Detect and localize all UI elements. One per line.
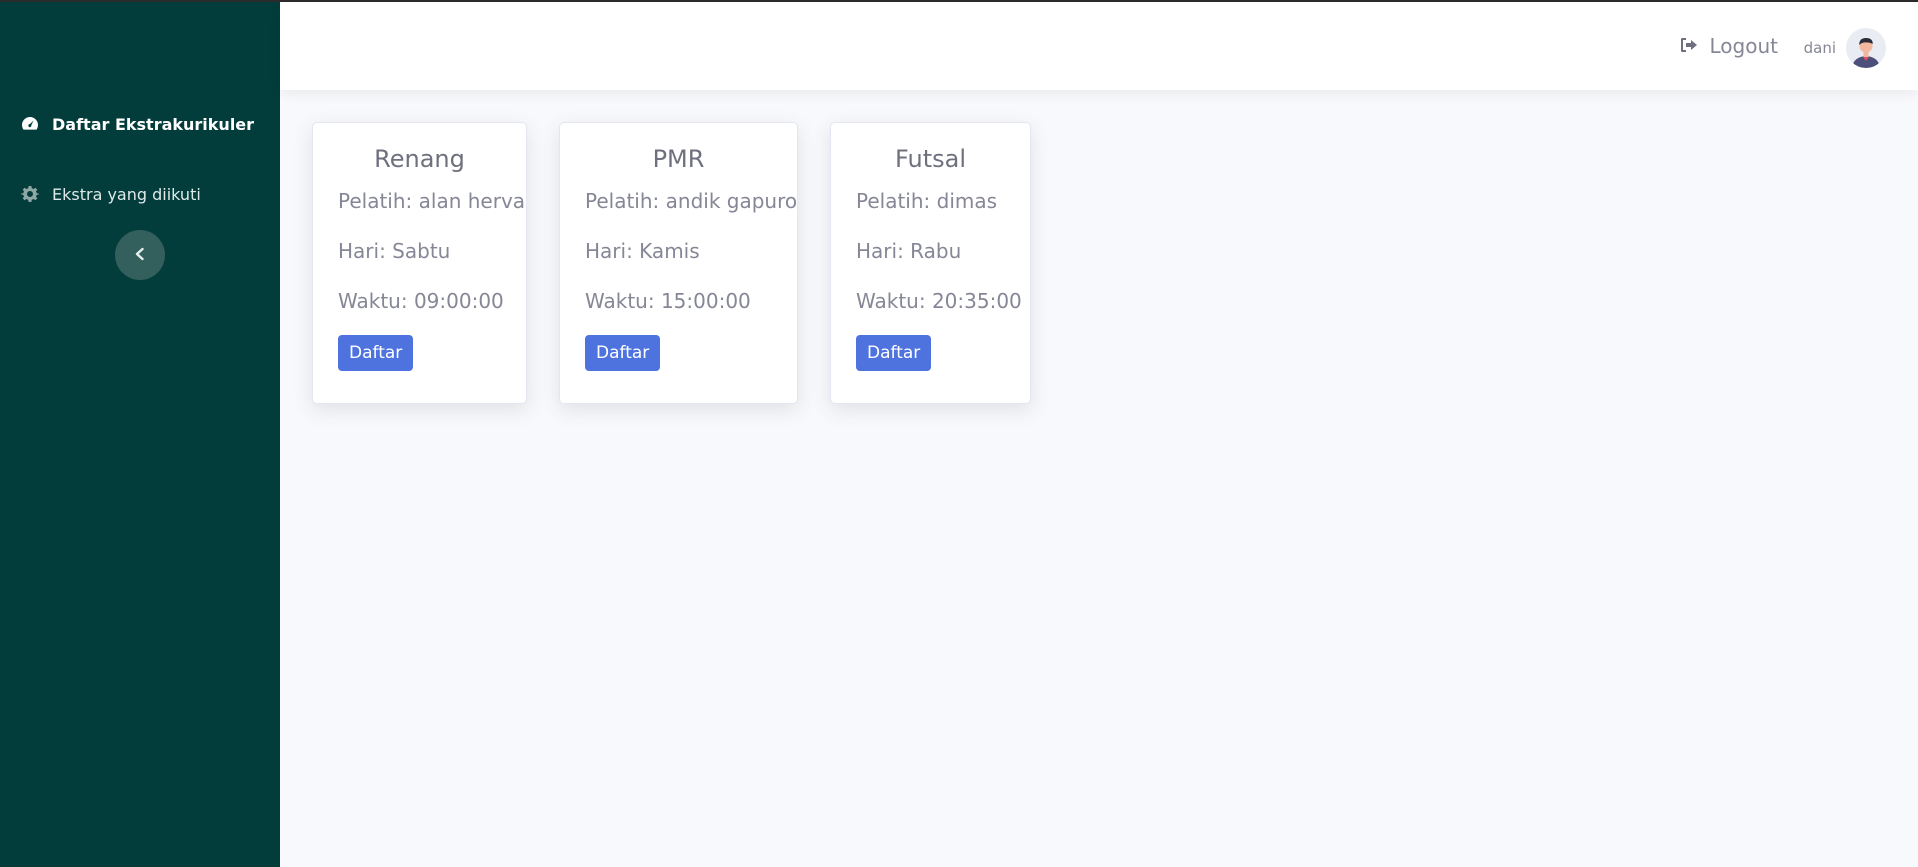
extracurricular-card-futsal: Futsal Pelatih: dimas Hari: Rabu Waktu: … bbox=[830, 122, 1031, 404]
card-pelatih: Pelatih: dimas bbox=[856, 189, 998, 213]
topbar: Logout dani bbox=[280, 2, 1918, 90]
card-waktu: Waktu: 20:35:00 bbox=[856, 289, 1022, 313]
sidebar: Daftar Ekstrakurikuler Ekstra yang diiku… bbox=[0, 0, 280, 867]
card-title: PMR bbox=[652, 145, 705, 173]
logout-link[interactable]: Logout bbox=[1680, 34, 1778, 58]
card-hari: Hari: Sabtu bbox=[338, 239, 451, 263]
card-waktu: Waktu: 09:00:00 bbox=[338, 289, 504, 313]
card-title: Futsal bbox=[895, 145, 966, 173]
sidebar-item-label: Daftar Ekstrakurikuler bbox=[52, 114, 255, 134]
card-pelatih: Pelatih: andik gapuro bbox=[585, 189, 798, 213]
sign-out-icon bbox=[1680, 34, 1698, 58]
user-menu[interactable]: dani bbox=[1804, 28, 1886, 68]
sidebar-item-label: Ekstra yang diikuti bbox=[52, 184, 201, 204]
card-title: Renang bbox=[374, 145, 465, 173]
sidebar-toggle-button[interactable] bbox=[115, 230, 165, 280]
card-pelatih: Pelatih: alan herva bbox=[338, 189, 526, 213]
daftar-button[interactable]: Daftar bbox=[585, 335, 661, 371]
user-avatar-icon bbox=[1846, 28, 1886, 68]
window-top-border bbox=[0, 0, 1918, 2]
sidebar-item-daftar-ekstrakurikuler[interactable]: Daftar Ekstrakurikuler bbox=[20, 114, 254, 134]
card-hari: Hari: Rabu bbox=[856, 239, 962, 263]
extracurricular-card-renang: Renang Pelatih: alan herva Hari: Sabtu W… bbox=[312, 122, 527, 404]
chevron-left-icon bbox=[133, 246, 147, 265]
extracurricular-card-pmr: PMR Pelatih: andik gapuro Hari: Kamis Wa… bbox=[559, 122, 798, 404]
username: dani bbox=[1803, 39, 1836, 57]
card-waktu: Waktu: 15:00:00 bbox=[585, 289, 751, 313]
card-hari: Hari: Kamis bbox=[585, 239, 700, 263]
logout-label: Logout bbox=[1709, 34, 1778, 58]
tachometer-icon bbox=[20, 114, 40, 134]
daftar-button[interactable]: Daftar bbox=[856, 335, 932, 371]
sidebar-item-ekstra-yang-diikuti[interactable]: Ekstra yang diikuti bbox=[20, 184, 201, 204]
daftar-button[interactable]: Daftar bbox=[338, 335, 414, 371]
gear-icon bbox=[20, 184, 40, 204]
